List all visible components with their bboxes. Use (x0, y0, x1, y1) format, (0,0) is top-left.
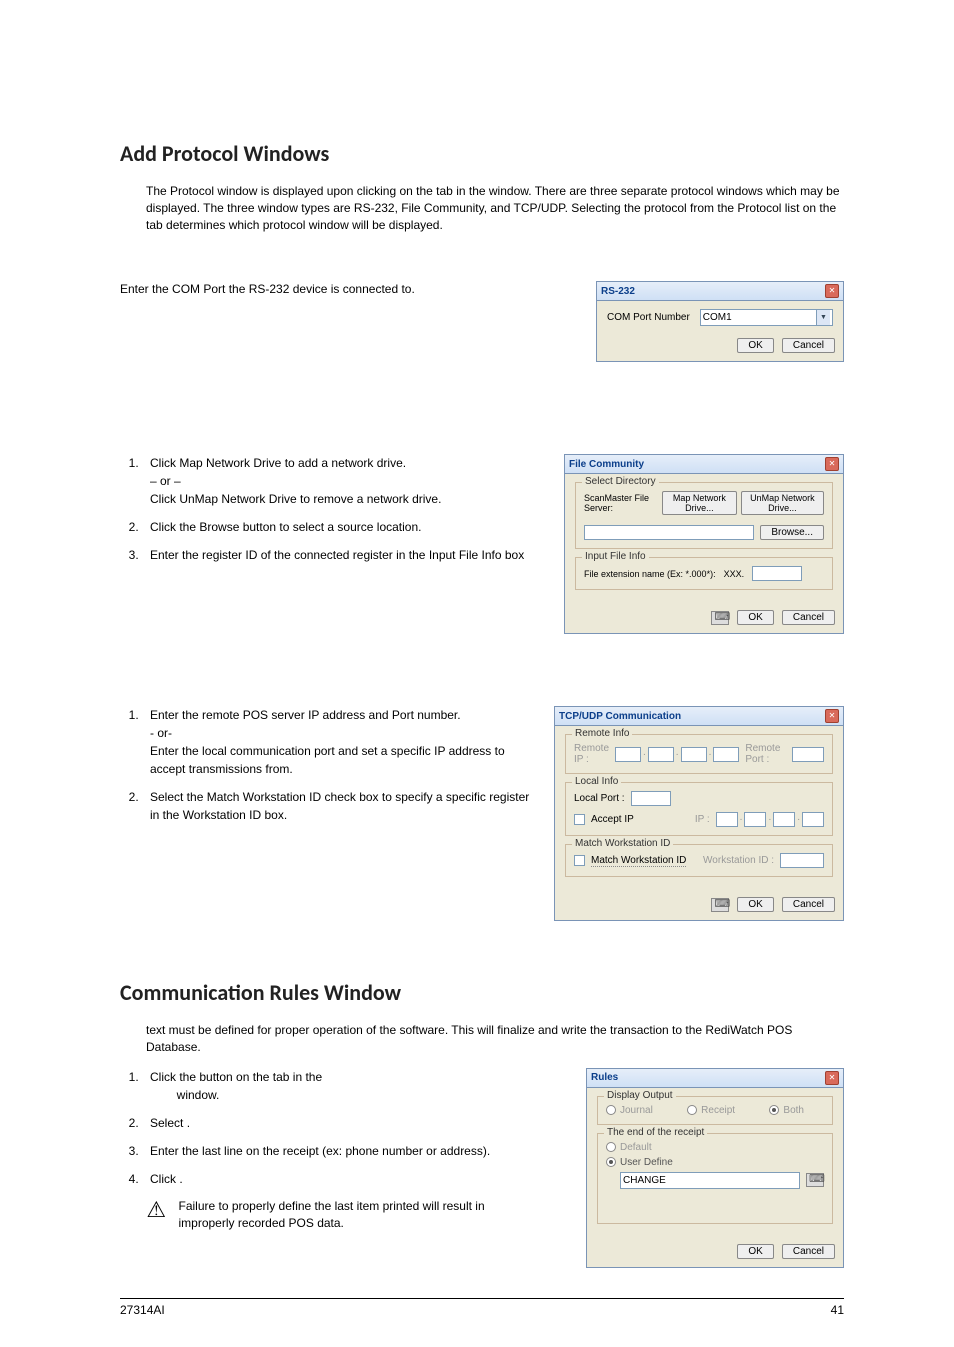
ip-label: IP : (695, 814, 710, 825)
remote-info-legend: Remote Info (572, 728, 632, 739)
filecomm-steps: Click Map Network Drive to add a network… (120, 454, 544, 564)
radio-default[interactable]: Default (606, 1142, 804, 1153)
mwid-label: Match Workstation ID (591, 855, 686, 867)
intro-part: The Protocol window is displayed upon cl… (146, 184, 399, 198)
rules-dialog: Rules ✕ Display Output Journal Receipt B… (586, 1068, 844, 1268)
footer-left: 27314AI (120, 1303, 165, 1317)
ok-button[interactable]: OK (737, 1244, 773, 1259)
step: Select . (142, 1114, 566, 1132)
rules-steps: Click the button on the tab in the windo… (120, 1068, 566, 1188)
tcp-dialog: TCP/UDP Communication ✕ Remote Info Remo… (554, 706, 844, 921)
keyboard-icon[interactable] (711, 611, 729, 625)
rules-title: Rules (591, 1072, 618, 1083)
ext-input[interactable] (752, 566, 802, 581)
com-port-select[interactable]: COM1 ▼ (700, 309, 833, 326)
cancel-button[interactable]: Cancel (782, 1244, 835, 1259)
remote-port-input[interactable] (792, 747, 824, 762)
heading-add-protocol: Add Protocol Windows (120, 140, 844, 167)
step: Click the Browse button to select a sour… (142, 518, 544, 536)
step: Click . (142, 1170, 566, 1188)
com-port-value: COM1 (703, 312, 732, 323)
tcp-steps: Enter the remote POS server IP address a… (120, 706, 534, 824)
wid-input[interactable] (780, 853, 824, 868)
heading-comm-rules: Communication Rules Window (120, 979, 844, 1006)
ok-button[interactable]: OK (737, 610, 773, 625)
ip-oct[interactable] (681, 747, 707, 762)
com-port-label: COM Port Number (607, 312, 690, 323)
mwid-checkbox[interactable] (574, 855, 585, 866)
intro-part: on the (399, 184, 436, 198)
path-input[interactable] (584, 525, 754, 540)
mwid-legend: Match Workstation ID (572, 838, 673, 849)
close-icon[interactable]: ✕ (825, 1071, 839, 1085)
cancel-button[interactable]: Cancel (782, 897, 835, 912)
chevron-down-icon: ▼ (816, 310, 830, 325)
ip-oct[interactable] (773, 812, 795, 827)
ip-oct[interactable] (744, 812, 766, 827)
remote-port-label: Remote Port : (745, 743, 786, 765)
local-port-label: Local Port : (574, 793, 625, 804)
tcp-title: TCP/UDP Communication (559, 711, 681, 722)
ip-oct[interactable] (802, 812, 824, 827)
step: Click the button on the tab in the windo… (142, 1068, 566, 1104)
radio-both[interactable]: Both (769, 1105, 804, 1116)
accept-ip-checkbox[interactable] (574, 814, 585, 825)
footer-right: 41 (831, 1303, 844, 1317)
rules-intro-text: text must be defined for proper operatio… (146, 1023, 792, 1054)
step: Select the Match Workstation ID check bo… (142, 788, 534, 824)
ip-oct[interactable] (615, 747, 641, 762)
warning-text: Failure to properly define the last item… (178, 1198, 526, 1233)
ext-prefix: XXX. (724, 569, 745, 579)
filecomm-dialog: File Community ✕ Select Directory ScanMa… (564, 454, 844, 634)
rs232-desc: Enter the COM Port the RS-232 device is … (120, 281, 415, 298)
step: Enter the last line on the receipt (ex: … (142, 1142, 566, 1160)
browse-button[interactable]: Browse... (760, 525, 824, 540)
ip-oct[interactable] (648, 747, 674, 762)
local-port-input[interactable] (631, 791, 671, 806)
cancel-button[interactable]: Cancel (782, 610, 835, 625)
unmap-drive-button[interactable]: UnMap Network Drive... (741, 491, 824, 515)
close-icon[interactable]: ✕ (825, 709, 839, 723)
wid-label: Workstation ID : (703, 855, 774, 866)
intro-part: tab in the (436, 184, 489, 198)
radio-receipt[interactable]: Receipt (687, 1105, 735, 1116)
rs232-dialog: RS-232 ✕ COM Port Number COM1 ▼ OK Cance… (596, 281, 844, 362)
ok-button[interactable]: OK (737, 338, 773, 353)
ip-oct[interactable] (716, 812, 738, 827)
remote-ip-label: Remote IP : (574, 743, 609, 765)
keyboard-icon[interactable] (711, 898, 729, 912)
map-drive-button[interactable]: Map Network Drive... (662, 491, 737, 515)
rs232-title: RS-232 (601, 286, 635, 297)
warning-note: ⚠ Failure to properly define the last it… (146, 1198, 526, 1233)
intro-paragraph: The Protocol window is displayed upon cl… (146, 183, 844, 233)
ip-oct[interactable] (713, 747, 739, 762)
keyboard-icon[interactable] (806, 1173, 824, 1187)
ext-label: File extension name (Ex: *.000*): (584, 569, 716, 579)
end-receipt-legend: The end of the receipt (604, 1127, 707, 1138)
warning-icon: ⚠ (146, 1198, 166, 1222)
step: Enter the register ID of the connected r… (142, 546, 544, 564)
intro-part: tab determines which protocol window wil… (146, 218, 443, 232)
input-file-legend: Input File Info (582, 551, 649, 562)
close-icon[interactable]: ✕ (825, 457, 839, 471)
user-define-input[interactable] (620, 1172, 800, 1189)
close-icon[interactable]: ✕ (825, 284, 839, 298)
rules-intro: text must be defined for proper operatio… (146, 1022, 844, 1056)
display-output-legend: Display Output (604, 1090, 676, 1101)
step: Enter the remote POS server IP address a… (142, 706, 534, 778)
sms-label: ScanMaster File Server: (584, 493, 658, 513)
select-directory-legend: Select Directory (582, 476, 659, 487)
filecomm-title: File Community (569, 459, 644, 470)
local-info-legend: Local Info (572, 776, 621, 787)
accept-ip-label: Accept IP (591, 814, 634, 825)
cancel-button[interactable]: Cancel (782, 338, 835, 353)
radio-user-define[interactable]: User Define (606, 1157, 804, 1168)
ok-button[interactable]: OK (737, 897, 773, 912)
step: Click Map Network Drive to add a network… (142, 454, 544, 508)
radio-journal[interactable]: Journal (606, 1105, 653, 1116)
